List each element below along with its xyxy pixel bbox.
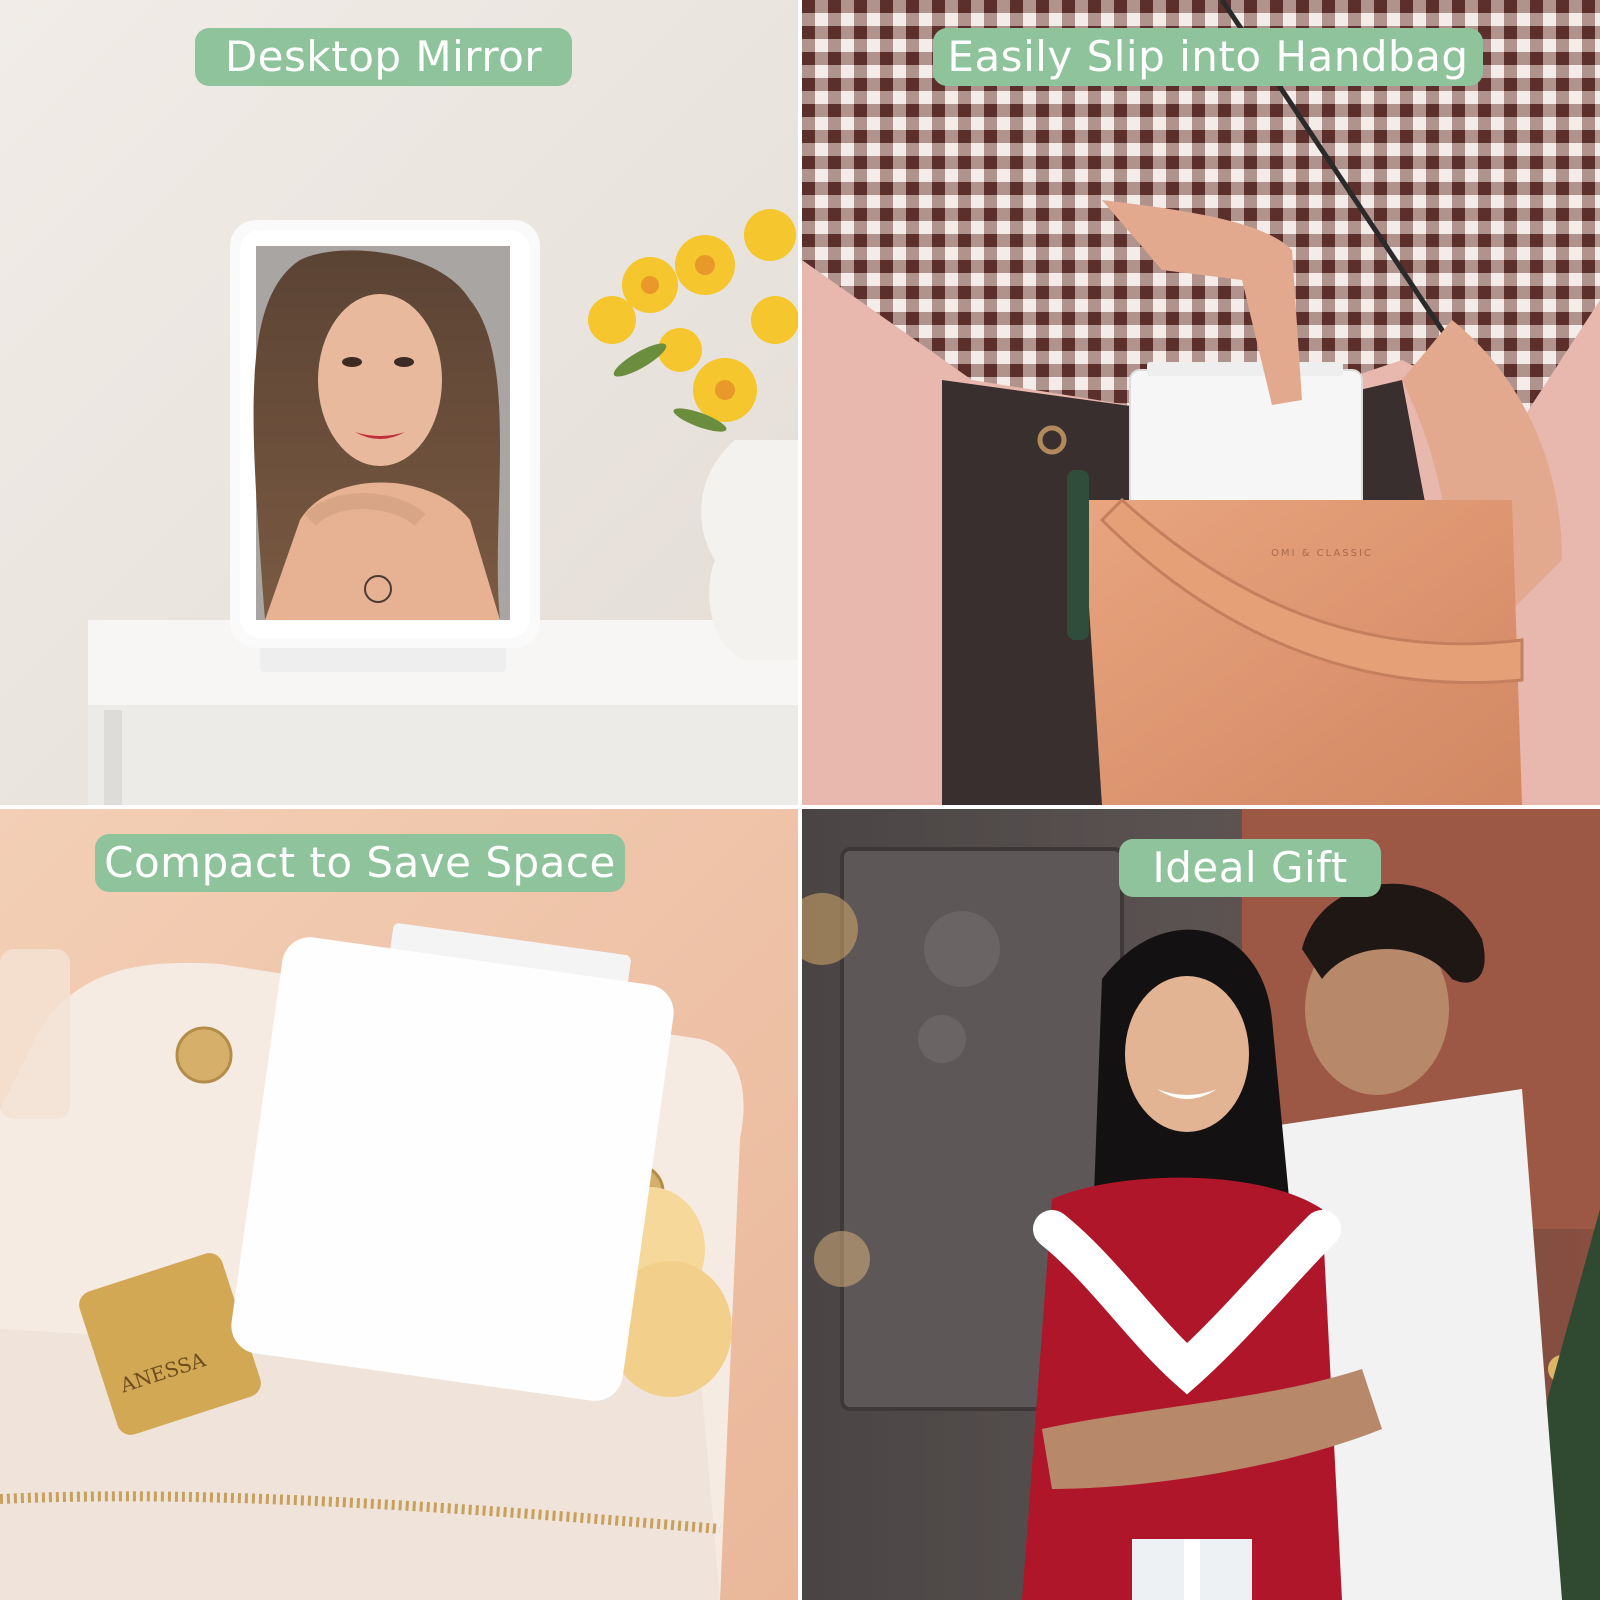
- handbag-scene: OMI & CLASSIC: [802, 0, 1600, 805]
- desktop-mirror-scene: [0, 0, 798, 805]
- panel-label-badge: Desktop Mirror: [195, 28, 572, 86]
- panel-ideal-gift: Ideal Gift: [802, 809, 1600, 1600]
- panel-desktop-mirror: Desktop Mirror: [0, 0, 798, 805]
- panel-handbag: OMI & CLASSIC Easily Slip into Handbag: [802, 0, 1600, 805]
- compact-scene: ANESSA: [0, 809, 798, 1600]
- panel-label-badge: Compact to Save Space: [95, 834, 625, 892]
- panel-compact: ANESSA Compact to Save Space: [0, 809, 798, 1600]
- panel-label-badge: Ideal Gift: [1119, 839, 1381, 897]
- ideal-gift-scene: [802, 809, 1600, 1600]
- panel-label-badge: Easily Slip into Handbag: [933, 28, 1483, 86]
- bag-brand-text: OMI & CLASSIC: [1271, 548, 1373, 559]
